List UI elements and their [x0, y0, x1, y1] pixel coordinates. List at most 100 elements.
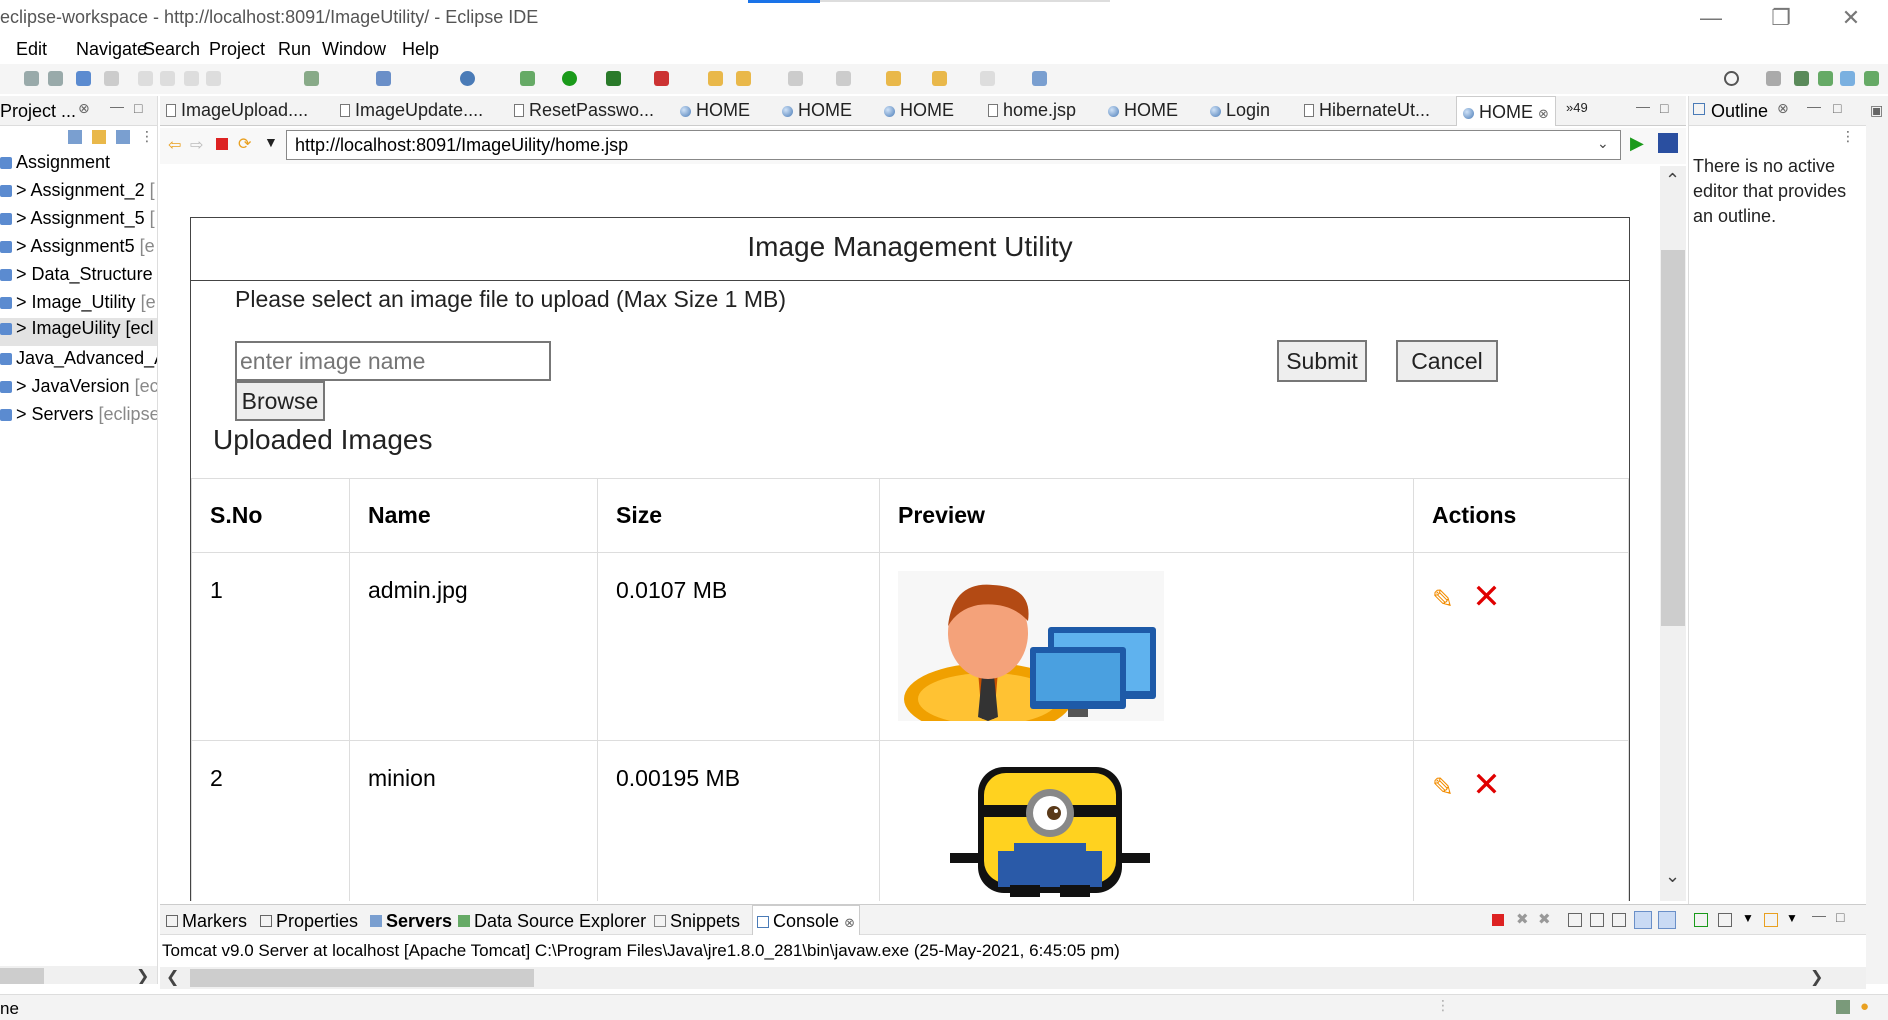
- edit-pencil-icon[interactable]: ✎: [1432, 772, 1454, 803]
- tab-resetpassword[interactable]: ResetPasswo...: [514, 100, 654, 121]
- progress-icon[interactable]: [1836, 1000, 1850, 1014]
- remove-all-launches-icon[interactable]: ✖: [1538, 910, 1551, 928]
- scroll-down-icon[interactable]: ⌄: [1665, 866, 1680, 887]
- scroll-right-icon[interactable]: ❯: [136, 966, 149, 984]
- terminate-icon[interactable]: [184, 71, 199, 86]
- coverage-icon[interactable]: [606, 71, 621, 86]
- edit-pencil-icon[interactable]: ✎: [1432, 584, 1454, 615]
- tree-item-servers[interactable]: > Servers [eclipse: [0, 404, 157, 430]
- tab-properties[interactable]: Properties: [260, 911, 358, 932]
- back-icon[interactable]: [932, 71, 947, 86]
- close-button[interactable]: ✕: [1826, 4, 1876, 32]
- close-view-icon[interactable]: ⊗: [78, 100, 90, 117]
- menu-edit[interactable]: Edit: [16, 39, 47, 60]
- tab-home-1[interactable]: HOME: [680, 100, 750, 121]
- suspend-icon[interactable]: [160, 71, 175, 86]
- tree-item-assignment-5[interactable]: > Assignment_5 [: [0, 208, 155, 234]
- tree-item-javaversion[interactable]: > JavaVersion [ecl: [0, 376, 157, 402]
- console-scroll-thumb[interactable]: [190, 969, 534, 987]
- menu-help[interactable]: Help: [402, 39, 439, 60]
- restore-button[interactable]: ❐: [1756, 4, 1806, 32]
- browser-vertical-scrollbar[interactable]: ⌃ ⌄: [1660, 166, 1686, 901]
- menu-window[interactable]: Window: [322, 39, 386, 60]
- resume-icon[interactable]: [138, 71, 153, 86]
- url-dropdown-icon[interactable]: ⌄: [1597, 135, 1609, 152]
- save-icon[interactable]: [24, 71, 39, 86]
- search-icon[interactable]: [1724, 71, 1739, 86]
- close-tab-icon[interactable]: ⊗: [1538, 106, 1549, 121]
- left-scroll-thumb[interactable]: [0, 968, 44, 984]
- show-console-stderr-icon[interactable]: [1658, 911, 1676, 929]
- open-console-dropdown-icon[interactable]: ▼: [1786, 911, 1798, 925]
- view-menu-icon[interactable]: ⋮: [140, 128, 154, 145]
- project-explorer-title[interactable]: Project ...: [0, 101, 76, 122]
- skip-breakpoints-icon[interactable]: [104, 71, 119, 86]
- left-horizontal-scrollbar[interactable]: ❯: [0, 966, 157, 984]
- tab-data-source-explorer[interactable]: Data Source Explorer: [458, 911, 646, 932]
- image-name-input[interactable]: [235, 341, 551, 381]
- maximize-view-icon[interactable]: □: [134, 100, 142, 116]
- menu-project[interactable]: Project: [209, 39, 265, 60]
- console-scroll-left-icon[interactable]: ❮: [166, 967, 179, 987]
- search-toolbar-icon[interactable]: [736, 71, 751, 86]
- minimize-console-icon[interactable]: —: [1812, 907, 1826, 923]
- terminal-icon[interactable]: [76, 71, 91, 86]
- debug-icon[interactable]: [520, 71, 535, 86]
- console-horizontal-scrollbar[interactable]: ❮ ❯: [160, 967, 1866, 989]
- clear-console-icon[interactable]: [1568, 913, 1582, 927]
- tab-home-active[interactable]: HOME ⊗: [1456, 96, 1556, 126]
- collapse-all-icon[interactable]: [68, 130, 82, 144]
- minimize-button[interactable]: —: [1686, 4, 1736, 32]
- menu-navigate[interactable]: Navigate: [76, 39, 147, 60]
- web-perspective-icon[interactable]: [1840, 71, 1855, 86]
- forward-icon[interactable]: [980, 71, 995, 86]
- maximize-editor-icon[interactable]: □: [1660, 100, 1668, 116]
- minimize-editor-icon[interactable]: —: [1636, 98, 1650, 114]
- menu-run[interactable]: Run: [278, 39, 311, 60]
- close-console-icon[interactable]: ⊗: [844, 915, 855, 930]
- tab-imageupload[interactable]: ImageUpload....: [166, 100, 308, 121]
- submit-button[interactable]: Submit: [1277, 340, 1367, 382]
- pin-editor-icon[interactable]: [1032, 71, 1047, 86]
- tabs-overflow[interactable]: »49: [1566, 100, 1588, 115]
- tree-item-assignment-2[interactable]: > Assignment_2 [: [0, 180, 155, 206]
- back-icon[interactable]: ⇦: [168, 135, 181, 155]
- minimize-outline-icon[interactable]: —: [1807, 98, 1821, 114]
- tab-home-4[interactable]: HOME: [1108, 100, 1178, 121]
- tab-snippets[interactable]: Snippets: [654, 911, 740, 932]
- delete-x-icon[interactable]: ✕: [1472, 765, 1501, 805]
- java-ee-perspective-icon[interactable]: [1794, 71, 1809, 86]
- remove-launch-icon[interactable]: ✖: [1516, 910, 1529, 928]
- tree-item-imageuility[interactable]: > ImageUility [ecl: [0, 318, 157, 346]
- tab-markers[interactable]: Markers: [166, 911, 247, 932]
- restore-trim-icon[interactable]: ▣: [1870, 102, 1883, 119]
- stop-icon[interactable]: [216, 138, 228, 150]
- tree-item-image-utility[interactable]: > Image_Utility [e: [0, 292, 156, 318]
- tab-login[interactable]: Login: [1210, 100, 1270, 121]
- pin-console-icon[interactable]: [1694, 913, 1708, 927]
- display-console-icon[interactable]: [1718, 913, 1732, 927]
- web-browser-icon[interactable]: [460, 71, 475, 86]
- browse-button[interactable]: Browse: [235, 381, 325, 421]
- scroll-lock-icon[interactable]: [1590, 913, 1604, 927]
- open-external-browser-icon[interactable]: [1658, 133, 1678, 153]
- tab-console[interactable]: Console ⊗: [752, 905, 860, 935]
- build-icon[interactable]: [304, 71, 319, 86]
- tab-hibernateutil[interactable]: HibernateUt...: [1304, 100, 1430, 121]
- show-console-stdout-icon[interactable]: [1634, 911, 1652, 929]
- tree-item-assignment[interactable]: Assignment: [0, 152, 110, 178]
- refresh-icon[interactable]: ⟳: [238, 134, 251, 154]
- browser-scroll-thumb[interactable]: [1661, 250, 1685, 626]
- java-perspective-icon[interactable]: [1864, 71, 1879, 86]
- disconnect-icon[interactable]: [206, 71, 221, 86]
- external-tools-icon[interactable]: [654, 71, 669, 86]
- forward-icon[interactable]: ⇨: [190, 135, 203, 155]
- maximize-console-icon[interactable]: □: [1836, 909, 1844, 925]
- run-icon[interactable]: [562, 71, 577, 86]
- url-input[interactable]: http://localhost:8091/ImageUility/home.j…: [286, 130, 1621, 160]
- open-perspective-icon[interactable]: [1766, 71, 1781, 86]
- tip-bulb-icon[interactable]: ●: [1860, 998, 1869, 1015]
- terminate-console-icon[interactable]: [1492, 914, 1504, 926]
- tab-home-2[interactable]: HOME: [782, 100, 852, 121]
- debug-perspective-icon[interactable]: [1818, 71, 1833, 86]
